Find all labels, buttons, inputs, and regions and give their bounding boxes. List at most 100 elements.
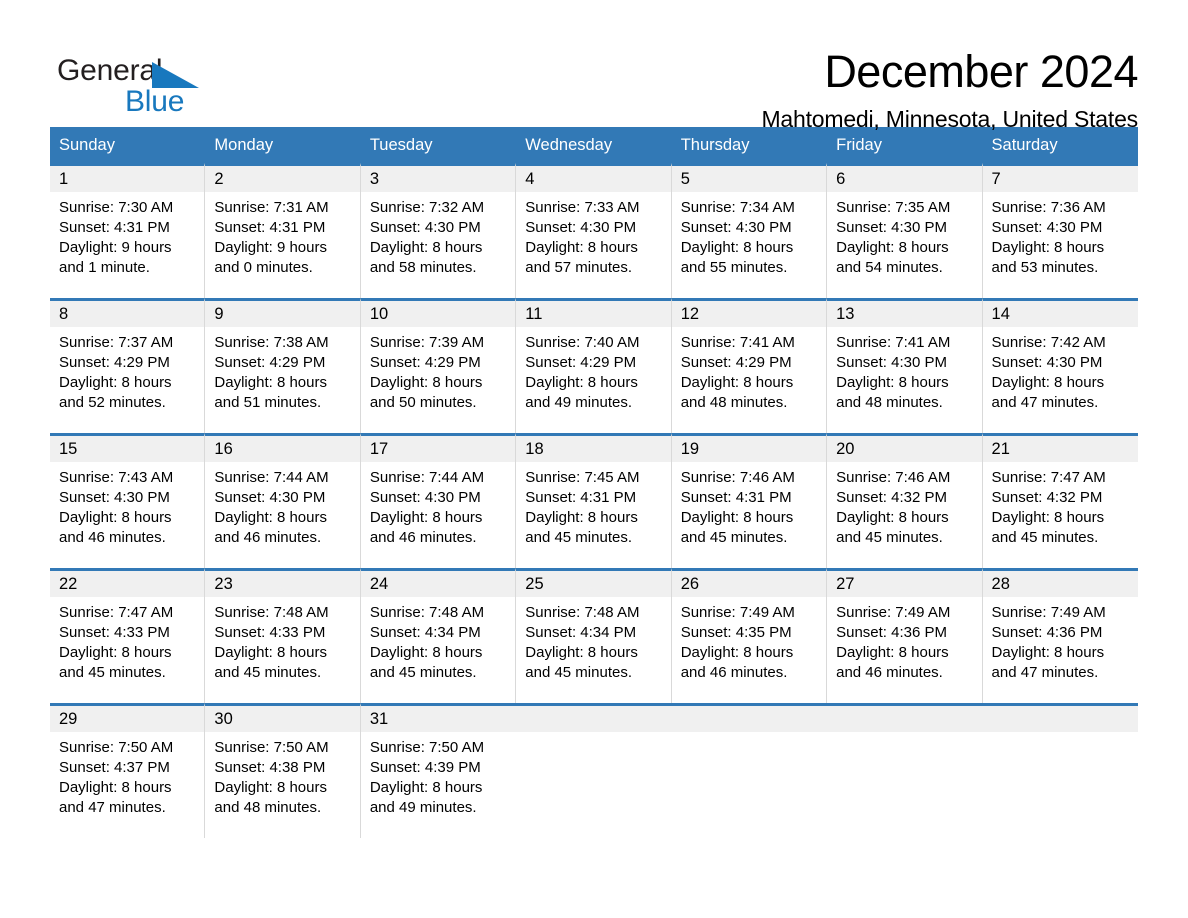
day-number-band: 9: [205, 301, 360, 327]
day-cell[interactable]: 11 Sunrise: 7:40 AM Sunset: 4:29 PM Dayl…: [516, 298, 672, 433]
day-cell[interactable]: 23 Sunrise: 7:48 AM Sunset: 4:33 PM Dayl…: [205, 568, 361, 703]
day-cell[interactable]: 17 Sunrise: 7:44 AM Sunset: 4:30 PM Dayl…: [360, 433, 517, 568]
day-number-band: 1: [50, 166, 205, 192]
day-number: 3: [369, 170, 380, 188]
day-cell[interactable]: 2 Sunrise: 7:31 AM Sunset: 4:31 PM Dayli…: [205, 163, 361, 298]
sunset-text: Sunset: 4:30 PM: [59, 489, 170, 506]
day-cell[interactable]: 22 Sunrise: 7:47 AM Sunset: 4:33 PM Dayl…: [50, 568, 206, 703]
day-cell[interactable]: 29 Sunrise: 7:50 AM Sunset: 4:37 PM Dayl…: [50, 703, 206, 838]
sunset-text: Sunset: 4:38 PM: [214, 759, 326, 776]
sunset-text: Sunset: 4:29 PM: [59, 354, 170, 371]
sunrise-text: Sunrise: 7:50 AM: [369, 739, 485, 756]
day-cell[interactable]: 12 Sunrise: 7:41 AM Sunset: 4:29 PM Dayl…: [671, 298, 828, 433]
day-number-band: [516, 706, 672, 732]
day-cell[interactable]: 15 Sunrise: 7:43 AM Sunset: 4:30 PM Dayl…: [50, 433, 206, 568]
daylight-text-line1: Daylight: 8 hours: [369, 779, 483, 796]
day-cell[interactable]: 9 Sunrise: 7:38 AM Sunset: 4:29 PM Dayli…: [205, 298, 361, 433]
sunrise-text: Sunrise: 7:48 AM: [369, 604, 485, 621]
day-cell[interactable]: 13 Sunrise: 7:41 AM Sunset: 4:30 PM Dayl…: [827, 298, 983, 433]
daylight-text-line2: and 45 minutes.: [836, 529, 943, 546]
sunset-text: Sunset: 4:31 PM: [59, 219, 170, 236]
day-cell-empty: [671, 703, 828, 838]
day-cell[interactable]: 3 Sunrise: 7:32 AM Sunset: 4:30 PM Dayli…: [360, 163, 517, 298]
day-cell[interactable]: 16 Sunrise: 7:44 AM Sunset: 4:30 PM Dayl…: [205, 433, 361, 568]
sunset-text: Sunset: 4:29 PM: [680, 354, 792, 371]
sunrise-text: Sunrise: 7:38 AM: [214, 334, 329, 351]
day-cell[interactable]: 30 Sunrise: 7:50 AM Sunset: 4:38 PM Dayl…: [205, 703, 361, 838]
day-cell[interactable]: 6 Sunrise: 7:35 AM Sunset: 4:30 PM Dayli…: [827, 163, 983, 298]
day-cell[interactable]: 28 Sunrise: 7:49 AM Sunset: 4:36 PM Dayl…: [982, 568, 1138, 703]
day-number: 15: [59, 440, 78, 458]
sunrise-text: Sunrise: 7:48 AM: [214, 604, 329, 621]
day-cell-body: Sunrise: 7:48 AM Sunset: 4:34 PM Dayligh…: [361, 597, 515, 683]
daylight-text-line2: and 46 minutes.: [680, 664, 788, 681]
day-number-band: 29: [50, 706, 205, 732]
day-number: 30: [214, 710, 233, 728]
day-cell-body: Sunrise: 7:39 AM Sunset: 4:29 PM Dayligh…: [361, 327, 515, 413]
day-cell[interactable]: 20 Sunrise: 7:46 AM Sunset: 4:32 PM Dayl…: [827, 433, 983, 568]
day-number: 26: [680, 575, 700, 593]
day-cell[interactable]: 5 Sunrise: 7:34 AM Sunset: 4:30 PM Dayli…: [671, 163, 828, 298]
day-cell[interactable]: 8 Sunrise: 7:37 AM Sunset: 4:29 PM Dayli…: [50, 298, 206, 433]
sunset-text: Sunset: 4:37 PM: [59, 759, 170, 776]
sunrise-text: Sunrise: 7:42 AM: [991, 334, 1106, 351]
sunset-text: Sunset: 4:33 PM: [214, 624, 326, 641]
day-cell-body: Sunrise: 7:50 AM Sunset: 4:37 PM Dayligh…: [50, 732, 204, 818]
day-cell-empty: [982, 703, 1138, 838]
day-number-band: 2: [205, 166, 360, 192]
brand-logo[interactable]: General Blue: [57, 54, 277, 120]
day-number: 17: [369, 440, 389, 458]
daylight-text-line2: and 48 minutes.: [680, 394, 788, 411]
daylight-text-line2: and 47 minutes.: [991, 394, 1099, 411]
day-cell[interactable]: 7 Sunrise: 7:36 AM Sunset: 4:30 PM Dayli…: [982, 163, 1138, 298]
daylight-text-line1: Daylight: 8 hours: [680, 509, 794, 526]
day-cell-body: Sunrise: 7:37 AM Sunset: 4:29 PM Dayligh…: [50, 327, 204, 413]
day-number-band: 18: [516, 436, 671, 462]
daylight-text-line2: and 58 minutes.: [369, 259, 477, 276]
day-number-band: 24: [360, 571, 516, 597]
daylight-text-line1: Daylight: 8 hours: [214, 779, 327, 796]
day-cell[interactable]: 18 Sunrise: 7:45 AM Sunset: 4:31 PM Dayl…: [516, 433, 672, 568]
day-number: 24: [369, 575, 389, 593]
day-cell[interactable]: 31 Sunrise: 7:50 AM Sunset: 4:39 PM Dayl…: [360, 703, 517, 838]
calendar-page: General Blue December 2024 Mahtomedi, Mi…: [0, 0, 1188, 918]
day-cell-body: Sunrise: 7:48 AM Sunset: 4:33 PM Dayligh…: [205, 597, 359, 683]
day-number: 23: [214, 575, 233, 593]
day-cell[interactable]: 19 Sunrise: 7:46 AM Sunset: 4:31 PM Dayl…: [671, 433, 828, 568]
day-cell[interactable]: 14 Sunrise: 7:42 AM Sunset: 4:30 PM Dayl…: [982, 298, 1138, 433]
day-cell-body: Sunrise: 7:48 AM Sunset: 4:34 PM Dayligh…: [516, 597, 670, 683]
day-cell[interactable]: 25 Sunrise: 7:48 AM Sunset: 4:34 PM Dayl…: [516, 568, 672, 703]
day-number: 2: [214, 170, 224, 188]
sunset-text: Sunset: 4:36 PM: [991, 624, 1103, 641]
daylight-text-line1: Daylight: 8 hours: [991, 239, 1105, 256]
day-cell-body: Sunrise: 7:50 AM Sunset: 4:38 PM Dayligh…: [205, 732, 359, 818]
day-number-band: 6: [827, 166, 982, 192]
day-number: 27: [836, 575, 855, 593]
day-number: 19: [680, 440, 700, 458]
day-cell[interactable]: 26 Sunrise: 7:49 AM Sunset: 4:35 PM Dayl…: [671, 568, 828, 703]
daylight-text-line2: and 49 minutes.: [369, 799, 477, 816]
day-cell[interactable]: 27 Sunrise: 7:49 AM Sunset: 4:36 PM Dayl…: [827, 568, 983, 703]
day-number-band: 7: [982, 166, 1138, 192]
daylight-text-line2: and 53 minutes.: [991, 259, 1099, 276]
day-number-band: 10: [360, 301, 516, 327]
daylight-text-line2: and 46 minutes.: [369, 529, 477, 546]
daylight-text-line1: Daylight: 8 hours: [836, 374, 949, 391]
sunset-text: Sunset: 4:36 PM: [836, 624, 948, 641]
day-cell[interactable]: 21 Sunrise: 7:47 AM Sunset: 4:32 PM Dayl…: [982, 433, 1138, 568]
day-number-band: 3: [360, 166, 516, 192]
day-cell[interactable]: 10 Sunrise: 7:39 AM Sunset: 4:29 PM Dayl…: [360, 298, 517, 433]
day-cell[interactable]: 4 Sunrise: 7:33 AM Sunset: 4:30 PM Dayli…: [516, 163, 672, 298]
sunset-text: Sunset: 4:31 PM: [525, 489, 637, 506]
sunset-text: Sunset: 4:31 PM: [214, 219, 326, 236]
day-cell[interactable]: 24 Sunrise: 7:48 AM Sunset: 4:34 PM Dayl…: [360, 568, 517, 703]
calendar-week-row: 29 Sunrise: 7:50 AM Sunset: 4:37 PM Dayl…: [50, 703, 1138, 838]
sunset-text: Sunset: 4:30 PM: [214, 489, 326, 506]
day-number-band: 27: [827, 571, 982, 597]
day-number: 1: [59, 170, 69, 188]
day-cell[interactable]: 1 Sunrise: 7:30 AM Sunset: 4:31 PM Dayli…: [50, 163, 206, 298]
day-number: 22: [59, 575, 78, 593]
day-number-band: 15: [50, 436, 205, 462]
day-number: 20: [836, 440, 855, 458]
sunset-text: Sunset: 4:30 PM: [836, 219, 948, 236]
